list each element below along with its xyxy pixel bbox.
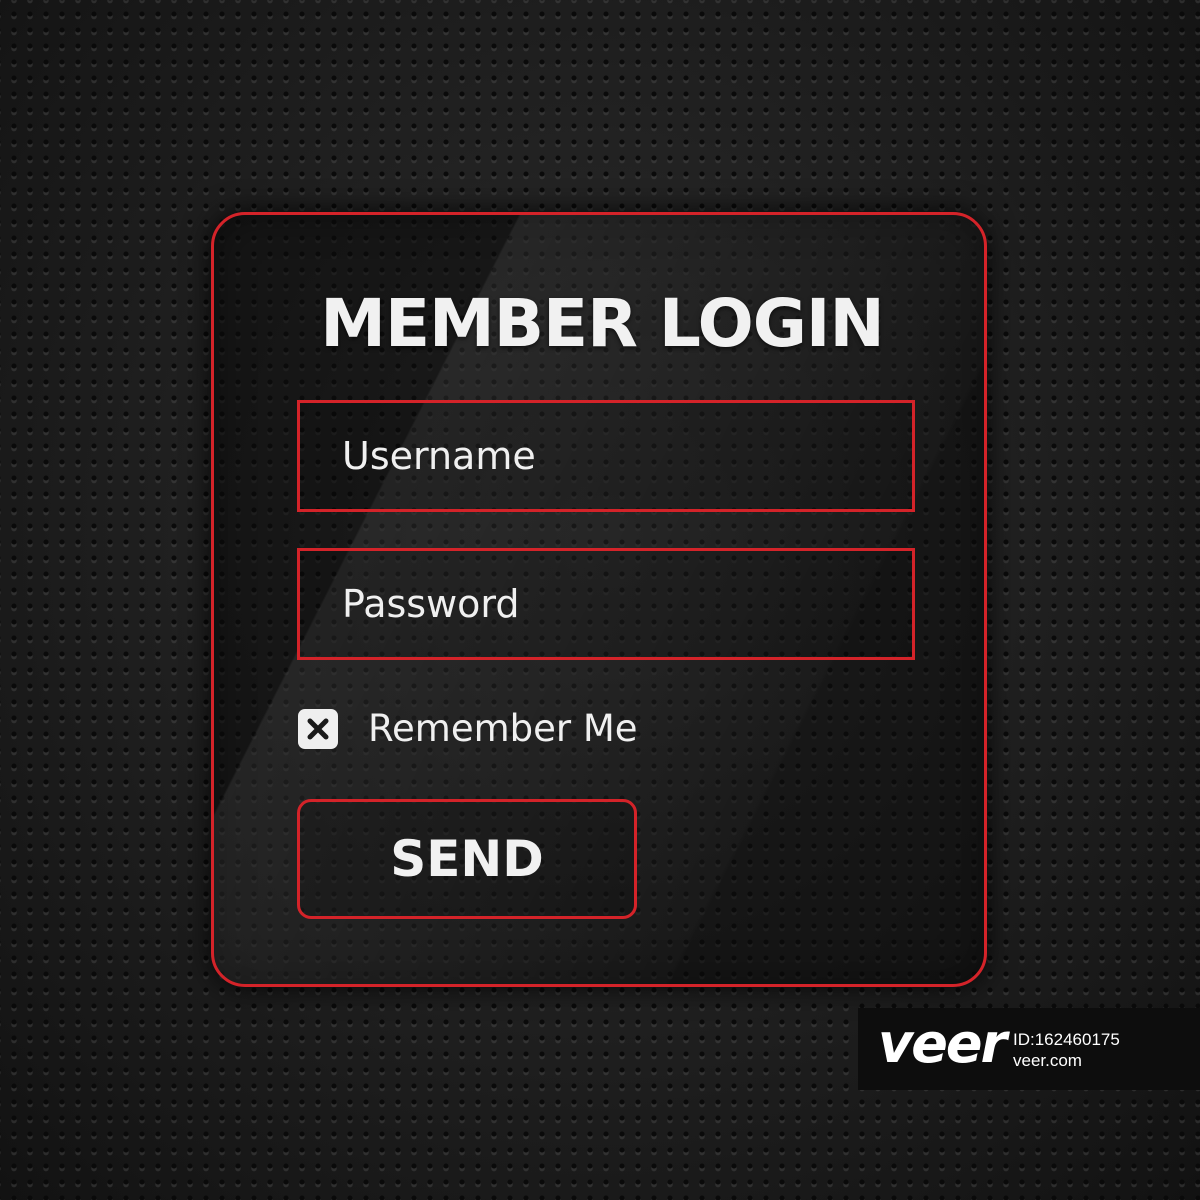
veer-logo: veer [878, 1012, 1007, 1075]
login-panel: MEMBER LOGIN Username Password Remember … [211, 212, 987, 987]
username-field[interactable]: Username [297, 400, 915, 512]
send-button[interactable]: SEND [297, 799, 637, 919]
remember-me-checkbox[interactable] [298, 709, 338, 749]
remember-me-label: Remember Me [368, 707, 638, 750]
watermark-id: ID:162460175 [1013, 1030, 1120, 1049]
watermark-site: veer.com [1013, 1051, 1082, 1070]
watermark: veer ID:162460175 veer.com [858, 1008, 1200, 1090]
page-background: MEMBER LOGIN Username Password Remember … [0, 0, 1200, 1200]
password-field[interactable]: Password [297, 548, 915, 660]
username-placeholder: Username [342, 434, 536, 478]
password-placeholder: Password [342, 582, 520, 626]
close-x-icon [307, 718, 329, 740]
login-title: MEMBER LOGIN [320, 285, 884, 362]
